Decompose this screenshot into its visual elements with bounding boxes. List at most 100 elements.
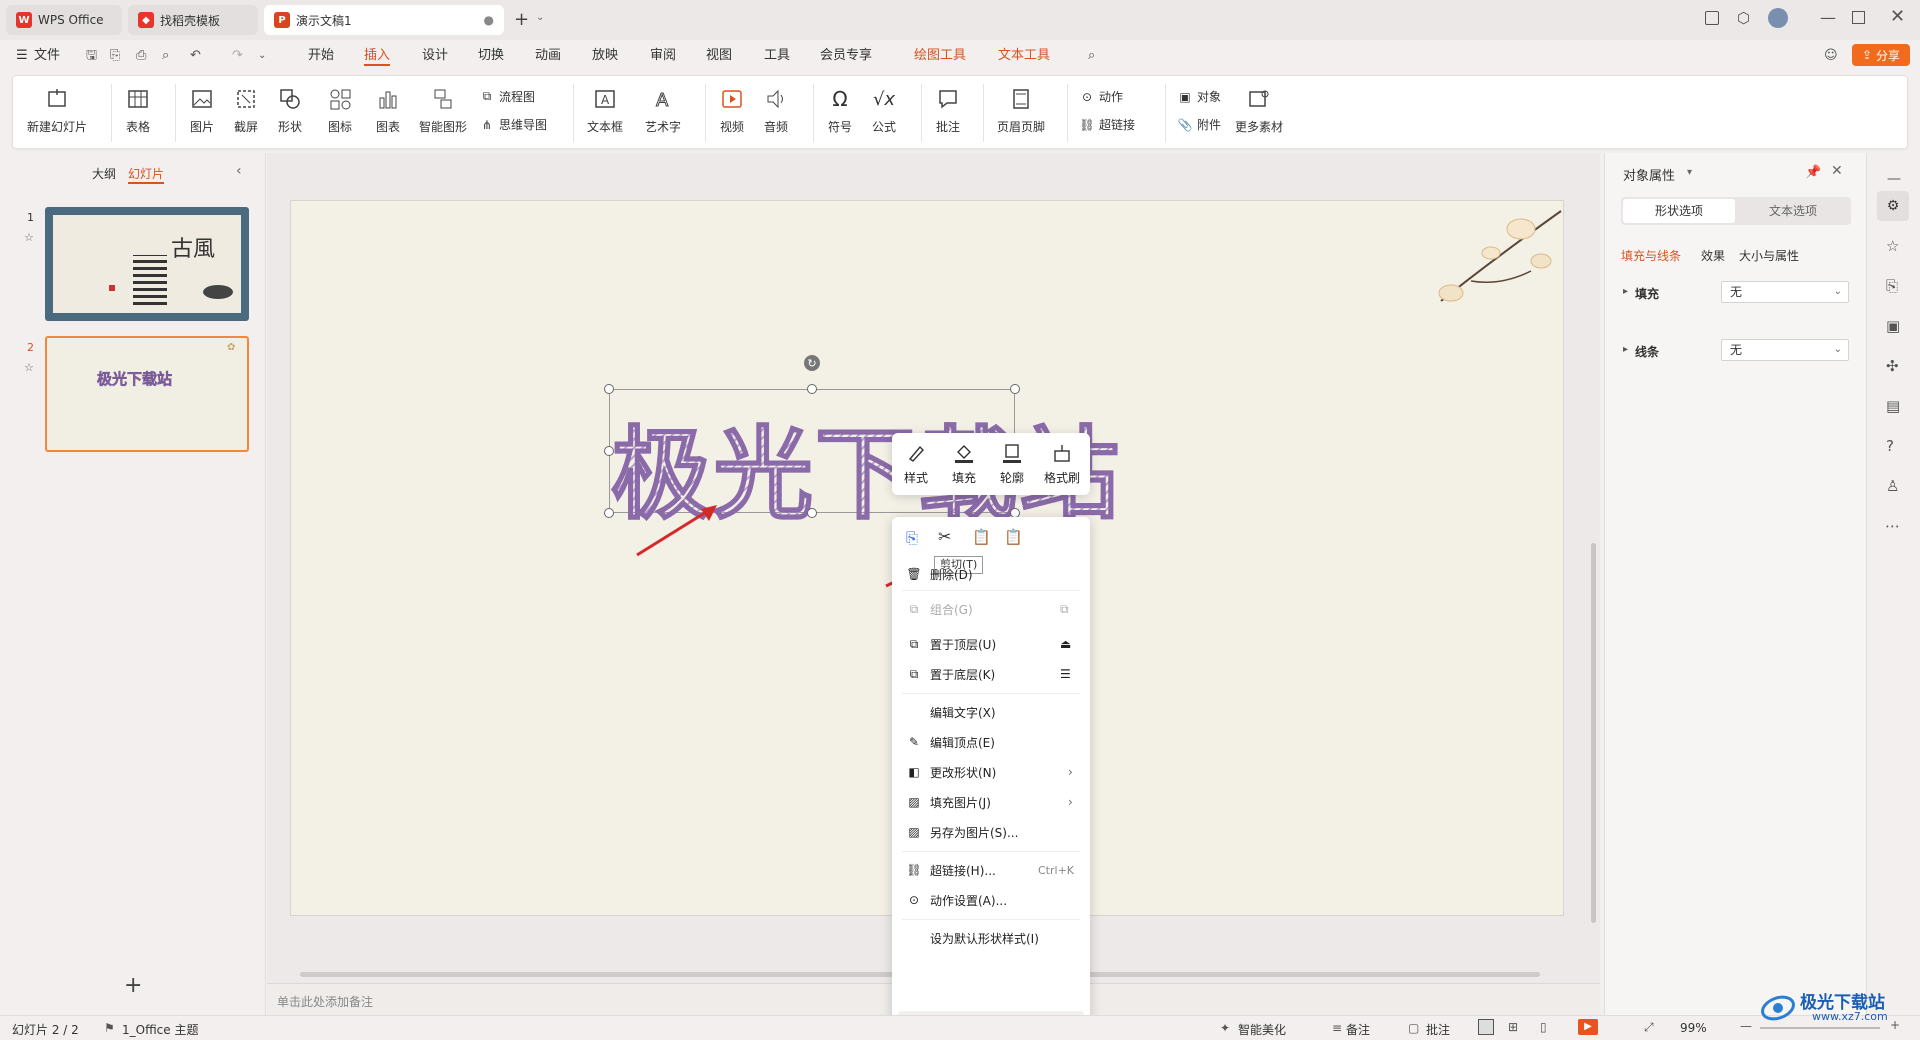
normal-view-icon[interactable]	[1478, 1019, 1494, 1035]
share-button[interactable]: ⇪ 分享	[1852, 44, 1910, 66]
zoom-level[interactable]: 99%	[1680, 1021, 1707, 1035]
wordart-button[interactable]: A 艺术字	[645, 86, 681, 135]
scroll-thumb[interactable]	[1591, 543, 1596, 923]
flowchart-button[interactable]: ⧉ 流程图	[479, 88, 535, 105]
action-button[interactable]: ⊙ 动作	[1079, 88, 1123, 105]
new-tab-icon[interactable]: +	[514, 9, 529, 30]
menu-start[interactable]: 开始	[308, 46, 334, 66]
star-icon[interactable]: ☆	[1886, 237, 1899, 255]
rotate-handle-icon[interactable]: ↻	[804, 355, 820, 371]
tab-presentation[interactable]: P 演示文稿1 ●	[264, 5, 504, 35]
symbol-button[interactable]: Ω 符号	[827, 86, 853, 135]
outline-button[interactable]: 轮廓	[990, 441, 1034, 486]
star-icon[interactable]: ☆	[24, 361, 34, 374]
hamburger-icon[interactable]: ☰	[16, 46, 28, 66]
cut-icon[interactable]: ✂	[938, 527, 951, 546]
resize-handle[interactable]	[604, 508, 614, 518]
group-item[interactable]: ⧉ 组合(G) ⧉	[892, 594, 1090, 624]
expand-triangle-icon[interactable]: ▸	[1623, 286, 1628, 297]
menu-design[interactable]: 设计	[422, 46, 448, 66]
attachment-button[interactable]: 📎 附件	[1177, 116, 1222, 133]
star-icon[interactable]: ☆	[24, 231, 34, 244]
table-button[interactable]: 表格	[125, 86, 151, 135]
vertical-scrollbar[interactable]	[1588, 153, 1600, 983]
undo-icon[interactable]: ↶	[190, 46, 201, 66]
delete-item[interactable]: 🗑 删除(D)	[892, 559, 1090, 589]
new-slide-button[interactable]: 新建幻灯片	[27, 86, 87, 135]
line-select[interactable]: 无 ⌄	[1721, 339, 1849, 361]
copy-icon[interactable]: ⎘	[1886, 277, 1898, 295]
chart-button[interactable]: 图表	[375, 86, 401, 135]
redo-icon[interactable]: ↷	[232, 46, 243, 66]
resize-handle[interactable]	[604, 446, 614, 456]
export-icon[interactable]: ⎘	[110, 46, 120, 66]
close-icon[interactable]: ✕	[1831, 163, 1843, 179]
zoom-out-icon[interactable]: —	[1740, 1019, 1752, 1033]
paste-icon[interactable]: 📋	[972, 528, 991, 546]
menu-slideshow[interactable]: 放映	[592, 46, 618, 66]
chevron-down-icon[interactable]: ⌄	[536, 12, 544, 23]
comments-button[interactable]: 批注	[1426, 1021, 1450, 1038]
unsaved-dot-icon[interactable]: ●	[484, 13, 494, 27]
properties-icon[interactable]: ⚙	[1877, 191, 1909, 221]
screenshot-button[interactable]: 截屏	[233, 86, 259, 135]
header-footer-button[interactable]: 页眉页脚	[997, 86, 1045, 135]
tools-icon[interactable]: ✣	[1886, 357, 1899, 375]
smartart-button[interactable]: 智能图形	[419, 86, 467, 135]
save-as-picture-item[interactable]: ▨ 另存为图片(S)...	[892, 817, 1090, 847]
subtab-effects[interactable]: 效果	[1701, 247, 1725, 264]
theme-name[interactable]: 1_Office 主题	[122, 1021, 198, 1038]
edit-points-item[interactable]: ✎ 编辑顶点(E)	[892, 727, 1090, 757]
textbox-button[interactable]: A 文本框	[587, 86, 623, 135]
tab-wps-office[interactable]: W WPS Office	[6, 5, 122, 35]
menu-insert[interactable]: 插入	[364, 46, 391, 66]
chevron-down-icon[interactable]: ▾	[1687, 167, 1692, 178]
add-slide-icon[interactable]: +	[124, 973, 142, 998]
subtab-fill-line[interactable]: 填充与线条	[1621, 247, 1681, 264]
print-icon[interactable]: ⎙	[136, 46, 146, 66]
chat-icon[interactable]: ☺	[1824, 46, 1838, 66]
grid-view-icon[interactable]: ⊞	[1508, 1020, 1518, 1034]
slide-thumbnail-2[interactable]: 极光下载站 ✿	[45, 336, 249, 452]
resize-handle[interactable]	[807, 508, 817, 518]
book-icon[interactable]: ▤	[1886, 397, 1900, 415]
edit-text-item[interactable]: 编辑文字(X)	[892, 697, 1090, 727]
preview-icon[interactable]: ⌕	[162, 46, 169, 66]
save-icon[interactable]: 🖫	[86, 46, 97, 66]
shape-button[interactable]: 形状	[277, 86, 303, 135]
pin-icon[interactable]: 📌	[1805, 165, 1821, 180]
avatar[interactable]	[1768, 8, 1788, 28]
action-settings-item[interactable]: ⊙ 动作设置(A)...	[892, 885, 1090, 915]
menu-text-tools[interactable]: 文本工具	[998, 46, 1050, 66]
more-materials-button[interactable]: 更多素材	[1235, 86, 1283, 135]
picture-button[interactable]: 图片	[189, 86, 215, 135]
send-to-back-item[interactable]: ⧉ 置于底层(K) ☰	[892, 659, 1090, 689]
slides-tab[interactable]: 幻灯片	[128, 165, 165, 184]
collapse-icon[interactable]: ‹	[236, 163, 242, 179]
format-painter-button[interactable]: 格式刷	[1040, 441, 1084, 486]
smart-beautify-button[interactable]: 智能美化	[1238, 1021, 1286, 1038]
notes-button[interactable]: 备注	[1346, 1021, 1370, 1038]
audio-button[interactable]: 音频	[763, 86, 789, 135]
help-icon[interactable]: ?	[1886, 437, 1894, 455]
cube-icon[interactable]: ⬡	[1737, 9, 1750, 27]
play-icon[interactable]: ▶	[1578, 1019, 1598, 1035]
tab-shape-options[interactable]: 形状选项	[1623, 199, 1735, 223]
expand-triangle-icon[interactable]: ▸	[1623, 344, 1628, 355]
resize-handle[interactable]	[807, 384, 817, 394]
subtab-size[interactable]: 大小与属性	[1739, 247, 1799, 264]
shirt-icon[interactable]: ♙	[1886, 477, 1899, 495]
change-shape-item[interactable]: ◧ 更改形状(N) ›	[892, 757, 1090, 787]
search-icon[interactable]: ⌕	[1088, 46, 1095, 66]
paste-text-icon[interactable]: 📋	[1004, 528, 1023, 546]
icon-library-button[interactable]: 图标	[327, 86, 353, 135]
resize-handle[interactable]	[604, 384, 614, 394]
fill-button[interactable]: 填充	[942, 441, 986, 486]
minimize-icon[interactable]: —	[1820, 8, 1836, 27]
more-icon[interactable]: ⋯	[1885, 517, 1900, 535]
style-button[interactable]: 样式	[894, 441, 938, 486]
object-button[interactable]: ▣ 对象	[1177, 88, 1221, 105]
set-default-style-item[interactable]: 设为默认形状样式(I)	[892, 923, 1090, 953]
mindmap-button[interactable]: ⋔ 思维导图	[479, 116, 547, 133]
menu-member[interactable]: 会员专享	[820, 46, 872, 66]
